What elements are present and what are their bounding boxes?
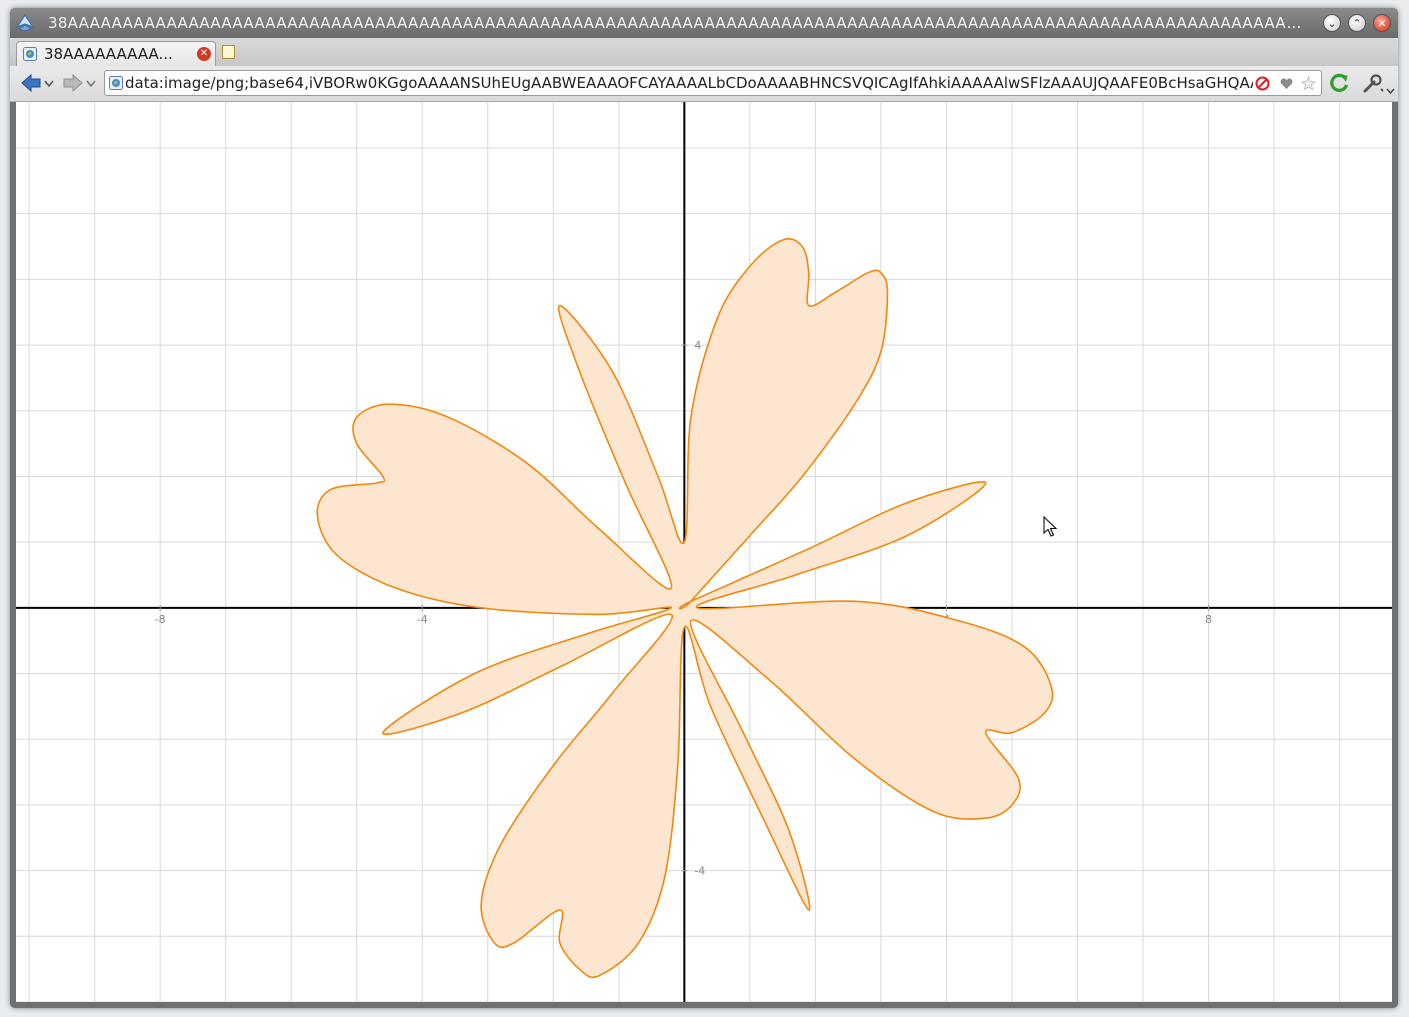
browser-window: 38AAAAAAAAAAAAAAAAAAAAAAAAAAAAAAAAAAAAAA… [10,8,1398,1008]
reload-icon[interactable] [1328,72,1350,94]
title-bar[interactable]: 38AAAAAAAAAAAAAAAAAAAAAAAAAAAAAAAAAAAAAA… [10,8,1398,38]
polar-graph[interactable]: -8-4484-4 [16,102,1392,1002]
window-title: 38AAAAAAAAAAAAAAAAAAAAAAAAAAAAAAAAAAAAAA… [48,14,1310,32]
forward-arrow-icon[interactable] [62,73,84,93]
back-history-chevron-icon[interactable] [44,80,54,88]
maximize-button[interactable]: ⌃ [1348,14,1366,32]
x-tick-label: 8 [1205,613,1212,626]
settings-wrench-icon[interactable] [1362,72,1386,94]
block-icon[interactable] [1255,76,1270,91]
menu-chevron-icon[interactable] [1386,88,1395,94]
new-tab-button[interactable] [222,45,235,59]
close-window-button[interactable]: ✕ [1373,14,1391,32]
page-content: -8-4484-4 [16,102,1392,1002]
y-tick-label: 4 [694,339,701,352]
back-arrow-icon[interactable] [20,73,42,93]
tab-label: 38AAAAAAAAA... [44,45,173,63]
tab-strip: 38AAAAAAAAA... ✕ [10,38,1398,66]
star-icon[interactable] [1301,76,1316,91]
x-tick-label: -8 [155,613,166,626]
chevron-up-icon: ⌃ [1352,16,1362,30]
navigation-toolbar: data:image/png;base64,iVBORw0KGgoAAAANSU… [10,66,1398,102]
globe-icon [23,47,37,61]
globe-icon [109,76,123,90]
close-icon: ✕ [199,48,209,59]
tab-active[interactable]: 38AAAAAAAAA... ✕ [16,41,216,66]
x-tick-label: -4 [417,613,428,626]
mouse-cursor-icon [1043,516,1058,537]
minimize-button[interactable]: ⌄ [1323,14,1341,32]
url-text[interactable]: data:image/png;base64,iVBORw0KGgoAAAANSU… [125,74,1253,92]
heart-icon[interactable] [1279,76,1294,91]
y-tick-label: -4 [694,865,705,878]
chevron-down-icon: ⌄ [1327,16,1337,30]
address-bar[interactable]: data:image/png;base64,iVBORw0KGgoAAAANSU… [104,70,1322,96]
close-icon: ✕ [1377,16,1387,30]
browser-app-icon [15,13,35,32]
forward-history-chevron-icon[interactable] [86,80,96,88]
tab-close-button[interactable]: ✕ [197,47,211,61]
